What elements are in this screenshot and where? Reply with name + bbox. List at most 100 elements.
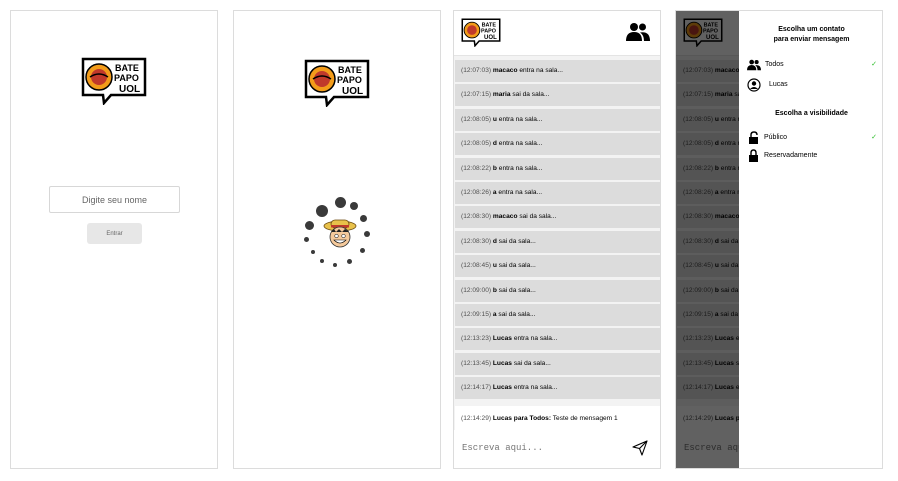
spinner-dot bbox=[360, 248, 365, 253]
bate-papo-uol-logo: BATE PAPO UOL bbox=[461, 18, 501, 47]
message-row: (12:08:45) u sai da sala... bbox=[455, 255, 660, 278]
logo-line1: BATE bbox=[482, 22, 497, 28]
spinner-dot bbox=[364, 231, 370, 237]
message-time: (12:14:17) bbox=[461, 384, 492, 392]
message-sender: u bbox=[492, 262, 497, 270]
message-row: (12:09:15) a sai da sala... bbox=[455, 304, 660, 326]
message-input[interactable] bbox=[462, 439, 622, 457]
contacts-title-line1: Escolha um contato bbox=[778, 26, 845, 33]
send-icon[interactable] bbox=[632, 440, 648, 456]
message-row: (12:14:17) Lucas entra na sala... bbox=[455, 377, 660, 400]
lock-closed-icon bbox=[749, 149, 758, 162]
bate-papo-uol-logo: BATE PAPO UOL bbox=[304, 59, 370, 107]
message-text: entra na sala... bbox=[513, 335, 558, 343]
message-row: (12:08:05) d entra na sala... bbox=[455, 133, 660, 156]
visibility-option-public[interactable]: Público ✓ bbox=[747, 131, 877, 145]
message-text: Teste de mensagem 1 bbox=[552, 414, 618, 422]
logo-graphic: BATE PAPO UOL bbox=[304, 59, 370, 107]
name-input[interactable] bbox=[49, 186, 180, 213]
contact-label: Todos bbox=[765, 61, 784, 68]
message-row: (12:13:23) Lucas entra na sala... bbox=[455, 328, 660, 351]
message-time: (12:08:05) bbox=[461, 140, 492, 148]
check-icon: ✓ bbox=[871, 61, 877, 68]
spinner-dot bbox=[304, 237, 309, 242]
spinner-dot bbox=[347, 259, 352, 264]
message-text: entra na sala... bbox=[498, 115, 543, 123]
enter-button[interactable]: Entrar bbox=[87, 223, 142, 244]
character-avatar-icon bbox=[323, 219, 357, 248]
message-row: (12:09:00) b sai da sala... bbox=[455, 279, 660, 302]
bate-papo-uol-logo: BATE PAPO UOL bbox=[81, 57, 147, 105]
message-time: (12:13:23) bbox=[461, 335, 492, 343]
spinner-dot bbox=[320, 259, 324, 263]
message-sender: Lucas bbox=[492, 359, 512, 367]
spinner-dot bbox=[335, 197, 346, 208]
message-row: (12:08:30) macaco sai da sala... bbox=[455, 206, 660, 229]
message-text: entra na sala... bbox=[513, 384, 558, 392]
spinner-dot bbox=[333, 263, 337, 267]
logo-line2: PAPO bbox=[114, 73, 139, 83]
visibility-option-private[interactable]: Reservadamente bbox=[747, 149, 877, 163]
message-sender: Lucas bbox=[492, 335, 512, 343]
person-circle-icon bbox=[747, 78, 761, 92]
message-time: (12:13:45) bbox=[461, 359, 492, 367]
message-time: (12:07:03) bbox=[461, 67, 492, 74]
message-text: sai da sala... bbox=[513, 359, 551, 367]
message-sender: Lucas para Todos: bbox=[492, 414, 552, 422]
message-text: sai da sala... bbox=[498, 286, 536, 294]
logo-line1: BATE bbox=[115, 63, 139, 73]
message-text: entra na sala... bbox=[519, 67, 563, 74]
message-time: (12:14:29) bbox=[461, 414, 492, 422]
message-text: sai da sala... bbox=[519, 213, 557, 221]
logo-line1: BATE bbox=[338, 65, 362, 75]
message-row: (12:07:03) macaco entra na sala... bbox=[455, 60, 660, 82]
message-text: sai da sala... bbox=[498, 311, 536, 318]
message-sender: a bbox=[492, 189, 497, 196]
contact-label: Lucas bbox=[769, 81, 788, 88]
logo-line2: PAPO bbox=[481, 29, 496, 35]
loading-spinner bbox=[300, 193, 380, 273]
participants-icon[interactable] bbox=[626, 22, 650, 42]
chat-header: BATE PAPO UOL bbox=[454, 11, 660, 56]
message-text: entra na sala... bbox=[498, 189, 543, 196]
message-sender: b bbox=[492, 286, 497, 294]
visibility-label: Reservadamente bbox=[764, 152, 818, 159]
logo-line2: PAPO bbox=[337, 75, 362, 85]
chat-with-sidebar-screen: BATE PAPO UOL (12:07:03) macaco entra na… bbox=[675, 10, 883, 469]
message-time: (12:08:30) bbox=[461, 213, 492, 221]
message-row: (12:08:30) d sai da sala... bbox=[455, 230, 660, 253]
sidebar-backdrop[interactable] bbox=[676, 11, 739, 468]
message-time: (12:09:00) bbox=[461, 286, 492, 294]
login-screen: BATE PAPO UOL Entrar bbox=[10, 10, 218, 469]
message-text: entra na sala... bbox=[498, 164, 543, 172]
message-row: (12:08:05) u entra na sala... bbox=[455, 108, 660, 131]
lock-open-icon bbox=[749, 131, 758, 144]
message-time: (12:08:05) bbox=[461, 115, 492, 123]
contact-option-todos[interactable]: Todos ✓ bbox=[747, 58, 877, 72]
message-sender: macaco bbox=[492, 67, 518, 74]
logo-line3: UOL bbox=[342, 86, 363, 97]
message-row: (12:13:45) Lucas sai da sala... bbox=[455, 352, 660, 375]
message-sender: d bbox=[492, 237, 497, 245]
visibility-label: Público bbox=[764, 134, 787, 141]
check-icon: ✓ bbox=[871, 134, 877, 141]
message-sender: d bbox=[492, 140, 497, 148]
message-time: (12:08:26) bbox=[461, 189, 492, 196]
message-text: sai da sala... bbox=[498, 237, 536, 245]
message-time: (12:08:22) bbox=[461, 164, 492, 172]
message-time: (12:08:45) bbox=[461, 262, 492, 270]
message-row: (12:08:26) a entra na sala... bbox=[455, 182, 660, 204]
spinner-dot bbox=[311, 250, 315, 254]
message-time: (12:07:15) bbox=[461, 91, 492, 99]
message-sender: macaco bbox=[492, 213, 518, 221]
message-text: sai da sala... bbox=[512, 91, 550, 99]
spinner-dot bbox=[305, 221, 314, 230]
logo-line3: UOL bbox=[484, 35, 497, 41]
message-sender: maria bbox=[492, 91, 511, 99]
message-time: (12:08:30) bbox=[461, 237, 492, 245]
message-text: entra na sala... bbox=[498, 140, 543, 148]
contact-option-lucas[interactable]: Lucas bbox=[747, 78, 877, 92]
message-footer bbox=[454, 430, 660, 468]
spinner-dot bbox=[360, 215, 367, 222]
visibility-title: Escolha a visibilidade bbox=[775, 110, 848, 117]
